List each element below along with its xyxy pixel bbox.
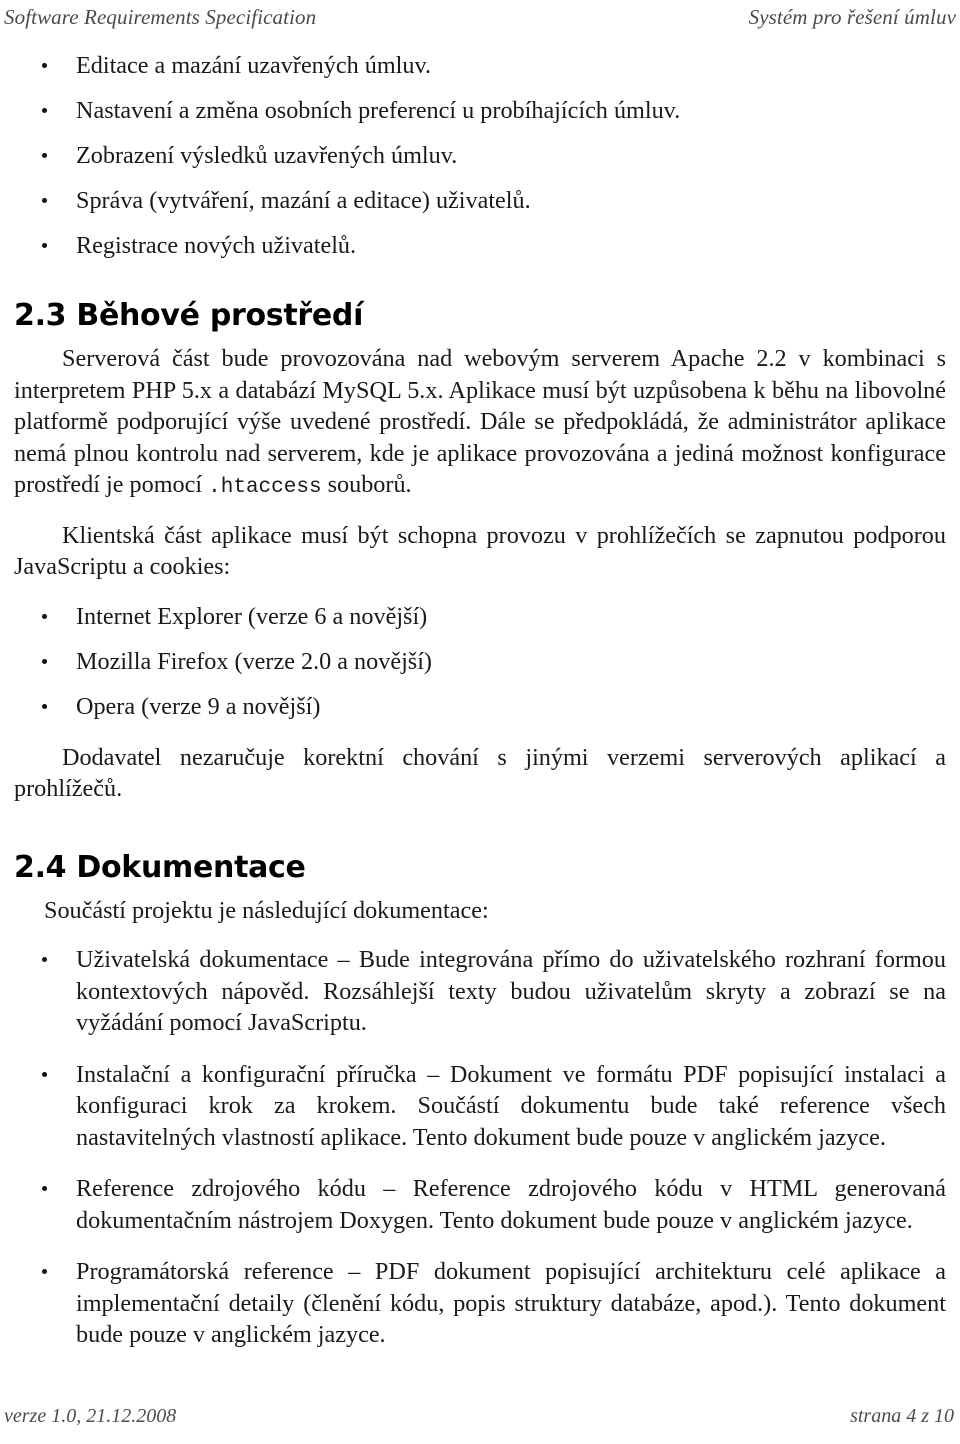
paragraph-vendor-disclaimer: Dodavatel nezaručuje korektní chování s … bbox=[14, 743, 946, 803]
document-body: Editace a mazání uzavřených úmluv. Nasta… bbox=[14, 50, 946, 1351]
list-item: Opera (verze 9 a novější) bbox=[14, 691, 946, 723]
list-item: Zobrazení výsledků uzavřených úmluv. bbox=[14, 140, 946, 172]
footer-page-number: strana 4 z 10 bbox=[850, 1405, 954, 1427]
paragraph-text-part-2: souborů. bbox=[321, 471, 412, 498]
document-page: Software Requirements Specification Syst… bbox=[0, 0, 960, 1444]
list-item: Správa (vytváření, mazání a editace) uži… bbox=[14, 185, 946, 217]
list-item: Nastavení a změna osobních preferencí u … bbox=[14, 95, 946, 127]
list-item: Programátorská reference – PDF dokument … bbox=[14, 1256, 946, 1351]
list-item: Uživatelská dokumentace – Bude integrová… bbox=[14, 944, 946, 1039]
running-footer: verze 1.0, 21.12.2008 strana 4 z 10 bbox=[0, 1404, 960, 1428]
running-header: Software Requirements Specification Syst… bbox=[0, 4, 960, 38]
inline-code-htaccess: .htaccess bbox=[208, 476, 322, 499]
list-item: Reference zdrojového kódu – Reference zd… bbox=[14, 1173, 946, 1236]
list-item: Mozilla Firefox (verze 2.0 a novější) bbox=[14, 646, 946, 678]
paragraph-documentation-intro: Součástí projektu je následující dokumen… bbox=[44, 896, 489, 924]
section-heading-2-4: 2.4 Dokumentace bbox=[14, 849, 306, 885]
paragraph-runtime-environment: Serverová část bude provozována nad webo… bbox=[14, 343, 946, 504]
section-heading-2-3: 2.3 Běhové prostředí bbox=[14, 298, 364, 333]
paragraph-client-requirements: Klientská část aplikace musí být schopna… bbox=[14, 521, 946, 581]
list-item: Internet Explorer (verze 6 a novější) bbox=[14, 601, 946, 633]
list-item: Instalační a konfigurační příručka – Dok… bbox=[14, 1059, 946, 1154]
list-item: Editace a mazání uzavřených úmluv. bbox=[14, 50, 946, 82]
list-item: Registrace nových uživatelů. bbox=[14, 230, 946, 262]
browser-bullet-list: Internet Explorer (verze 6 a novější) Mo… bbox=[14, 601, 946, 723]
requirements-bullet-list: Editace a mazání uzavřených úmluv. Nasta… bbox=[14, 50, 946, 262]
documentation-bullet-list: Uživatelská dokumentace – Bude integrová… bbox=[14, 944, 946, 1351]
paragraph-text-part-1: Serverová část bude provozována nad webo… bbox=[14, 345, 946, 498]
footer-version: verze 1.0, 21.12.2008 bbox=[4, 1405, 177, 1427]
header-document-title: Software Requirements Specification bbox=[4, 5, 317, 29]
header-project-name: Systém pro řešení úmluv bbox=[748, 5, 956, 29]
